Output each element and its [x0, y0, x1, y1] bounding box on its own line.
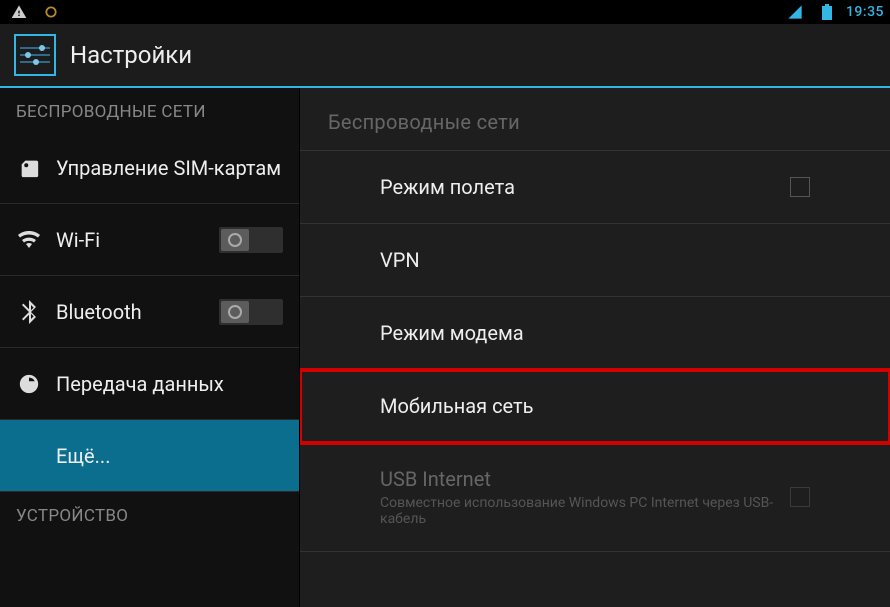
- title-bar: Настройки: [0, 24, 890, 88]
- list-item-airplane-mode[interactable]: Режим полета: [300, 151, 890, 224]
- sidebar-item-label: Wi-Fi: [56, 228, 205, 252]
- blank-icon: [16, 443, 42, 469]
- sidebar: БЕСПРОВОДНЫЕ СЕТИ Управление SIM-картам …: [0, 88, 300, 607]
- main-panel: Беспроводные сети Режим полета VPN Режим…: [300, 88, 890, 607]
- sync-icon: [38, 0, 64, 25]
- list-item-label: Мобильная сеть: [380, 394, 810, 418]
- clock-text: 19:35: [846, 4, 884, 20]
- signal-icon: [782, 0, 808, 25]
- status-bar: 19:35: [0, 0, 890, 24]
- body-split: БЕСПРОВОДНЫЕ СЕТИ Управление SIM-картам …: [0, 88, 890, 607]
- usb-internet-checkbox: [790, 487, 810, 507]
- list-item-label: VPN: [380, 248, 810, 272]
- page-title: Настройки: [70, 41, 192, 69]
- data-usage-icon: [16, 371, 42, 397]
- warning-icon: [6, 0, 32, 25]
- sidebar-item-more[interactable]: Ещё...: [0, 420, 299, 492]
- sim-icon: [16, 155, 42, 181]
- android-settings-screen: 19:35 Настройки БЕСПРОВОДНЫЕ СЕТИ: [0, 0, 890, 607]
- list-item-tethering[interactable]: Режим модема: [300, 297, 890, 370]
- sidebar-section-device: УСТРОЙСТВО: [0, 492, 299, 536]
- sidebar-item-sim[interactable]: Управление SIM-картам: [0, 132, 299, 204]
- list-item-sub: Совместное использование Windows PC Inte…: [380, 495, 790, 527]
- bluetooth-icon: [16, 299, 42, 325]
- list-item-mobile-network[interactable]: Мобильная сеть: [300, 370, 890, 443]
- list-item-label: Режим полета: [380, 175, 790, 199]
- sidebar-item-data-usage[interactable]: Передача данных: [0, 348, 299, 420]
- sidebar-section-wireless: БЕСПРОВОДНЫЕ СЕТИ: [0, 88, 299, 132]
- sidebar-item-bluetooth[interactable]: Bluetooth: [0, 276, 299, 348]
- list-item-vpn[interactable]: VPN: [300, 224, 890, 297]
- main-section-header: Беспроводные сети: [300, 88, 890, 151]
- list-item-label: Режим модема: [380, 321, 810, 345]
- wifi-toggle[interactable]: [219, 227, 283, 253]
- list-item-label: USB Internet: [380, 467, 790, 491]
- sidebar-item-label: Ещё...: [56, 444, 283, 468]
- battery-icon: [814, 0, 840, 25]
- airplane-checkbox[interactable]: [790, 177, 810, 197]
- bluetooth-toggle[interactable]: [219, 299, 283, 325]
- wifi-icon: [16, 227, 42, 253]
- sidebar-item-label: Управление SIM-картам: [56, 156, 283, 180]
- list-item-usb-internet: USB Internet Совместное использование Wi…: [300, 443, 890, 552]
- settings-app-icon: [14, 34, 56, 76]
- sidebar-item-label: Bluetooth: [56, 300, 205, 324]
- sidebar-item-label: Передача данных: [56, 372, 283, 396]
- sidebar-item-wifi[interactable]: Wi-Fi: [0, 204, 299, 276]
